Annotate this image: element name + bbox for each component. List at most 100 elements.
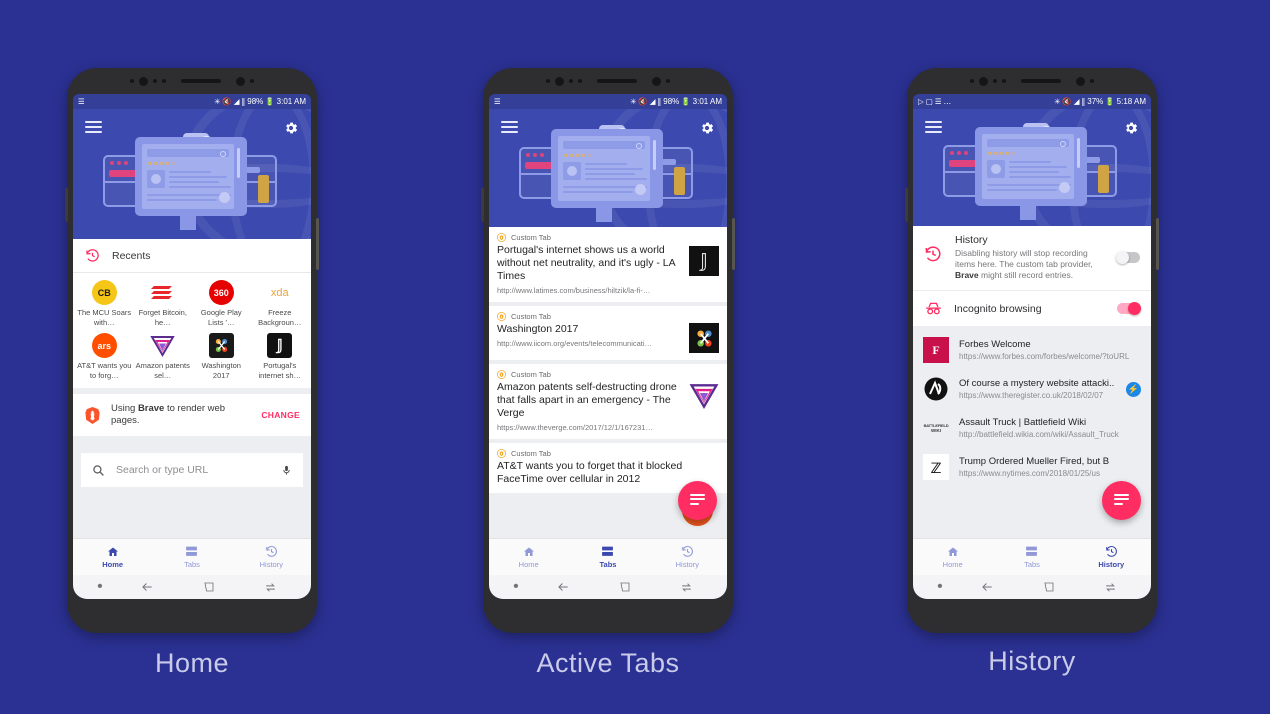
- power-button[interactable]: [1156, 218, 1159, 270]
- history-list-item[interactable]: F Forbes Welcome https://www.forbes.com/…: [913, 331, 1151, 370]
- illustration-fab: [635, 184, 646, 195]
- recents-icon[interactable]: [1080, 581, 1141, 594]
- incognito-row[interactable]: Incognito browsing: [913, 291, 1151, 326]
- recents-item[interactable]: 𝕁 Portugal's internet sh…: [251, 333, 310, 380]
- phone-top-bezel: [67, 68, 317, 94]
- history-list-item[interactable]: Of course a mystery website attacki.. ht…: [913, 370, 1151, 409]
- hamburger-menu-icon[interactable]: [85, 120, 102, 136]
- bottom-nav-history[interactable]: History: [232, 545, 311, 569]
- search-input-placeholder[interactable]: Search or type URL: [116, 464, 270, 476]
- recents-item-label: Portugal's internet sh…: [258, 361, 302, 380]
- hamburger-menu-icon[interactable]: [925, 120, 942, 136]
- phone-history: ▷ ▢ ☰ … ✳ 🔇 ◢ ‖ 37% 🔋 5:18 AM ★★★★☆ Hist…: [905, 68, 1159, 633]
- home-square-icon[interactable]: [178, 581, 239, 593]
- back-icon[interactable]: [117, 580, 178, 594]
- caption-active-tabs: Active Tabs: [536, 648, 680, 678]
- volume-button[interactable]: [905, 188, 908, 222]
- tab-card[interactable]: Custom Tab Washington 2017 http://www.ii…: [489, 306, 727, 360]
- front-camera: [139, 76, 148, 86]
- tab-url: http://www.iicom.org/events/telecommunic…: [497, 339, 653, 348]
- brave-banner[interactable]: Using Brave to render web pages. CHANGE: [73, 394, 311, 436]
- list-icon: ☰: [78, 97, 85, 106]
- recents-item[interactable]: Amazon patents sel…: [134, 333, 193, 380]
- front-camera: [652, 76, 661, 86]
- battery-icon: 🔋: [681, 97, 691, 106]
- recents-item[interactable]: Washington 2017: [192, 333, 251, 380]
- tab-card[interactable]: Custom Tab Amazon patents self-destructi…: [489, 364, 727, 439]
- reader-fab-button[interactable]: [678, 481, 717, 520]
- illustration-thumbnail: [987, 160, 1005, 178]
- wifi-icon: ◢: [233, 97, 240, 106]
- history-setting-row[interactable]: History Disabling history will stop reco…: [913, 226, 1151, 291]
- recents-item[interactable]: 360 Google Play Lists '…: [192, 280, 251, 327]
- bottom-nav-home[interactable]: Home: [489, 545, 568, 569]
- brave-circle-icon: [497, 312, 506, 321]
- battlefield-icon: BATTLEFIELD WIKI: [923, 415, 949, 441]
- recents-icon[interactable]: [240, 581, 301, 594]
- power-button[interactable]: [732, 218, 735, 270]
- recents-item[interactable]: Forget Bitcoin, he…: [134, 280, 193, 327]
- bottom-nav-home-label: Home: [102, 560, 124, 569]
- bottom-nav-tabs[interactable]: Tabs: [152, 545, 231, 569]
- mute-icon: 🔇: [222, 97, 232, 106]
- tab-url: http://www.latimes.com/business/hiltzik/…: [497, 286, 651, 295]
- tab-title: Washington 2017: [497, 323, 579, 335]
- recents-item-label: Amazon patents sel…: [135, 361, 190, 380]
- bottom-nav-history[interactable]: History: [648, 545, 727, 569]
- gear-icon[interactable]: [283, 120, 299, 136]
- change-button[interactable]: CHANGE: [261, 410, 300, 420]
- monitor-graphic: ★★★★☆: [135, 137, 247, 216]
- history-toggle[interactable]: [1116, 251, 1140, 264]
- back-icon[interactable]: [533, 580, 594, 594]
- back-icon[interactable]: [957, 580, 1018, 594]
- illustration-fab: [219, 192, 230, 203]
- gear-icon[interactable]: [699, 120, 715, 136]
- reader-fab-button[interactable]: [1102, 481, 1141, 520]
- microphone-icon[interactable]: [281, 463, 292, 478]
- bottom-nav-home[interactable]: Home: [913, 545, 992, 569]
- reader-lines-icon: [690, 493, 705, 508]
- window-dots: [526, 153, 544, 157]
- bluetooth-icon: ✳: [214, 97, 221, 106]
- illustration-thumbnail: [563, 162, 581, 180]
- volume-button[interactable]: [481, 188, 484, 222]
- recents-icon[interactable]: [656, 581, 717, 594]
- sensor-dot: [578, 79, 582, 83]
- recents-item[interactable]: xda Freeze Backgroun…: [251, 280, 310, 327]
- search-bar[interactable]: Search or type URL: [81, 453, 303, 487]
- bottom-nav-tabs[interactable]: Tabs: [568, 545, 647, 569]
- bottom-nav-history-label: History: [675, 560, 699, 569]
- recents-item[interactable]: CB The MCU Soars with…: [75, 280, 134, 327]
- sensor-dot: [162, 79, 166, 83]
- battery-percent: 98%: [247, 97, 264, 106]
- bottom-nav-history[interactable]: History: [1072, 545, 1151, 569]
- recents-item[interactable]: ars AT&T wants you to forg…: [75, 333, 134, 380]
- incognito-toggle[interactable]: [1117, 302, 1141, 315]
- brave-circle-icon: [497, 449, 506, 458]
- wifi-icon: ◢: [649, 97, 656, 106]
- amp-badge-icon: ⚡: [1126, 381, 1141, 397]
- video-icon: ▢: [925, 97, 933, 106]
- power-button[interactable]: [316, 218, 319, 270]
- hamburger-menu-icon[interactable]: [501, 120, 518, 136]
- theregister-icon: [923, 376, 949, 402]
- forbes-icon: F: [923, 337, 949, 363]
- home-square-icon[interactable]: [1018, 581, 1079, 593]
- bottom-nav-home-label: Home: [518, 560, 539, 569]
- tab-card[interactable]: Custom Tab Portugal's internet shows us …: [489, 227, 727, 302]
- history-list-item[interactable]: BATTLEFIELD WIKI Assault Truck | Battlef…: [913, 409, 1151, 448]
- recents-item-label: The MCU Soars with…: [77, 308, 132, 327]
- bottom-nav-tabs[interactable]: Tabs: [992, 545, 1071, 569]
- bottom-navigation: Home Tabs History: [913, 538, 1151, 575]
- history-item-url: http://battlefield.wikia.com/wiki/Assaul…: [959, 430, 1119, 439]
- sensor-dot: [250, 79, 254, 83]
- joomla-icon: [208, 333, 234, 358]
- gear-icon[interactable]: [1123, 120, 1139, 136]
- volume-button[interactable]: [65, 188, 68, 222]
- list-icon: ☰: [934, 97, 942, 106]
- sensor-dot: [993, 79, 997, 83]
- bottom-nav-home[interactable]: Home: [73, 545, 152, 569]
- android-status-bar: ▷ ▢ ☰ … ✳ 🔇 ◢ ‖ 37% 🔋 5:18 AM: [913, 94, 1151, 109]
- front-camera: [555, 76, 564, 86]
- home-square-icon[interactable]: [594, 581, 655, 593]
